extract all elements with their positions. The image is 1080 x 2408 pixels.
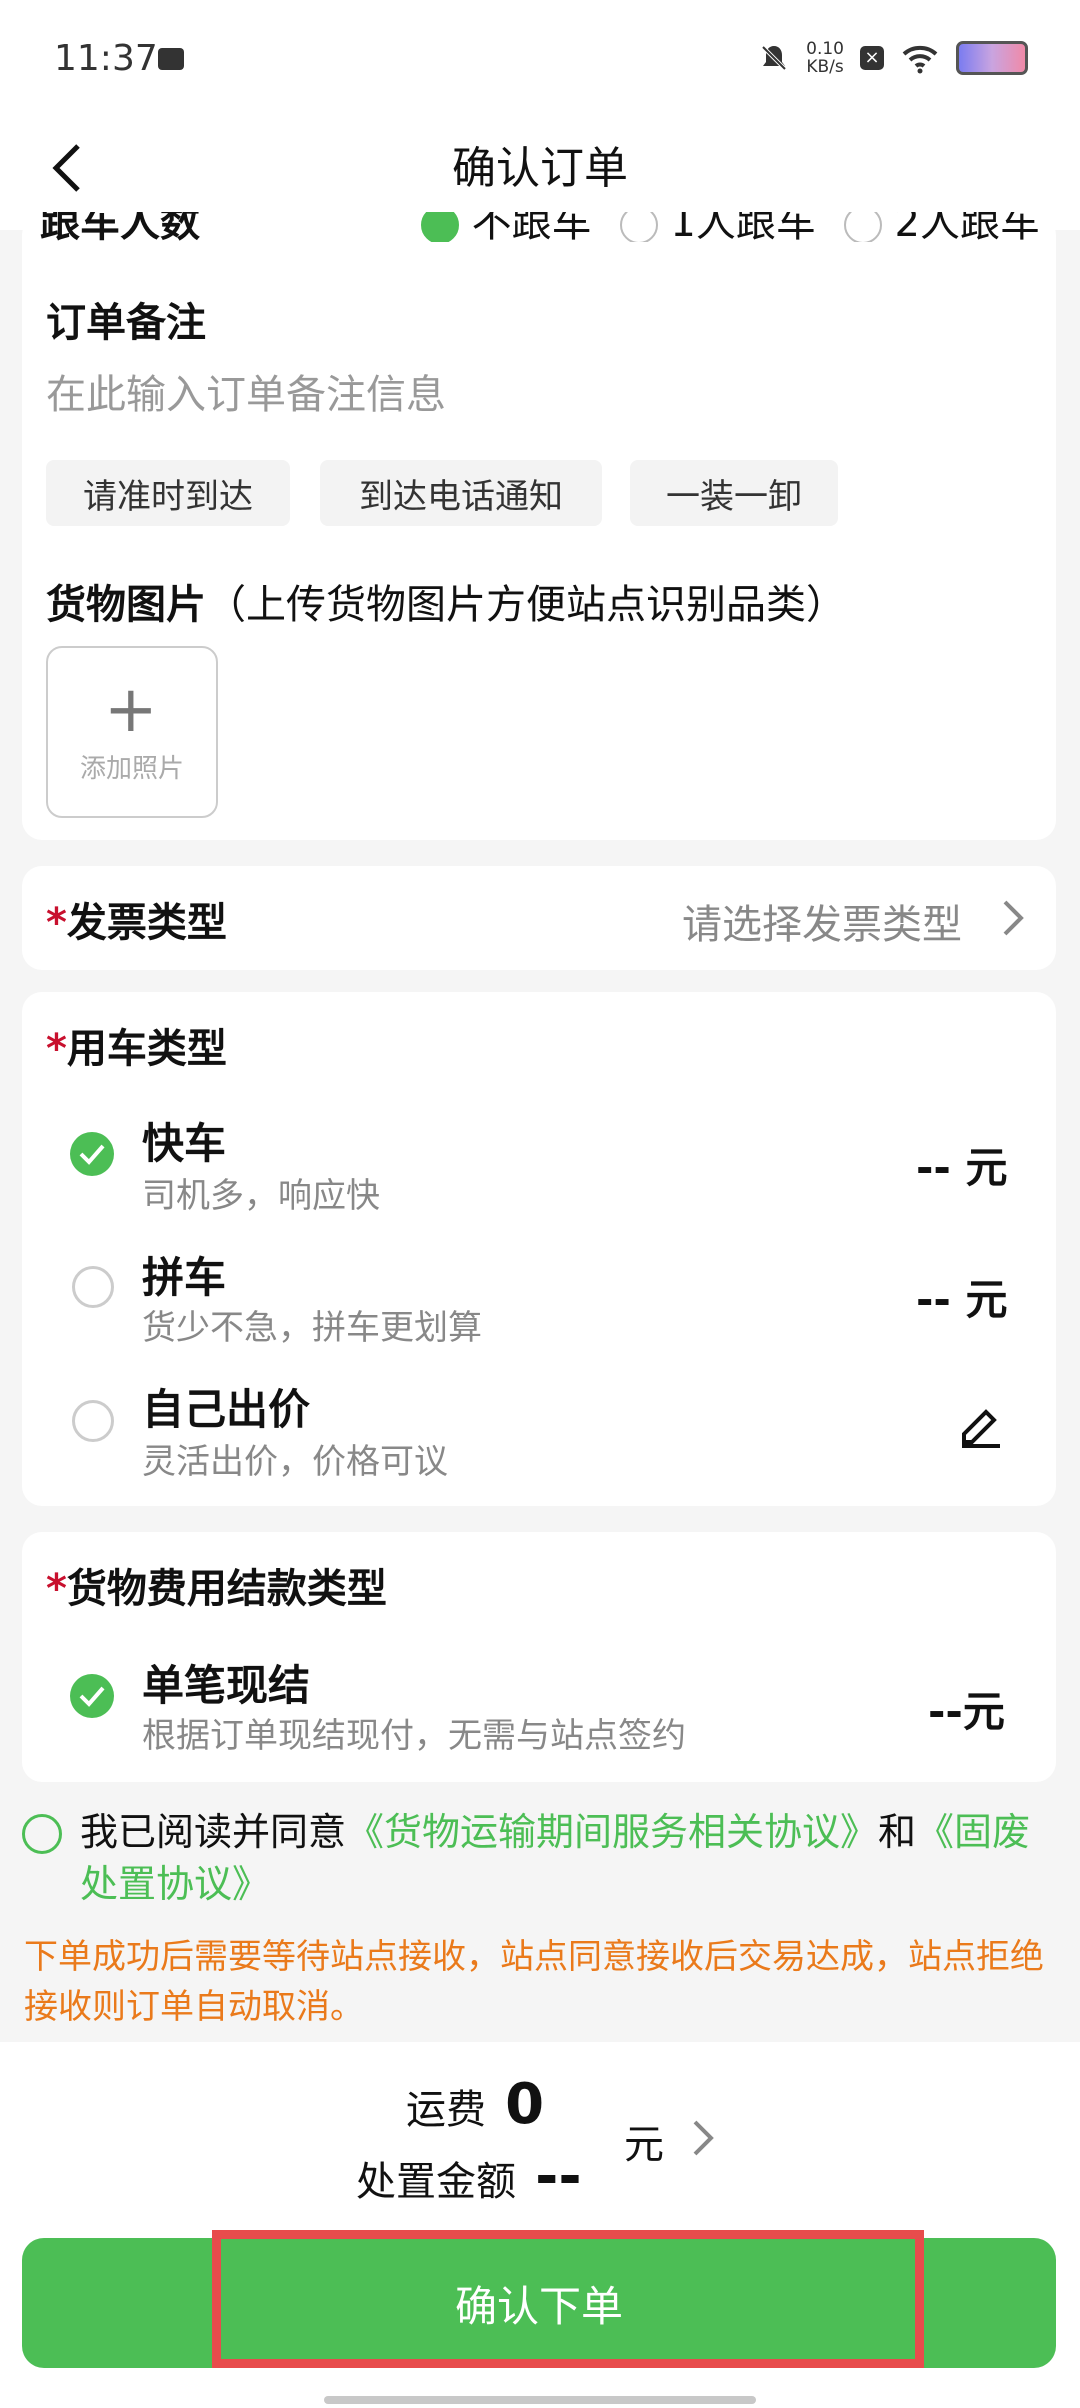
order-notice: 下单成功后需要等待站点接收，站点同意接收后交易达成，站点拒绝接收则订单自动取消。 [24,1937,1044,2027]
radio-icon[interactable] [72,1400,114,1442]
settlement-option-sub: 根据订单现结现付，无需与站点签约 [142,1716,686,1756]
tag-call-on-arrival[interactable]: 到达电话通知 [320,460,602,526]
agreement-text: 我已阅读并同意《货物运输期间服务相关协议》和《固废处置协议》 [80,1806,1040,1910]
disposal-label: 处置金额 [356,2159,516,2205]
net-speed-value: 0.10 [806,39,844,59]
fee-unit[interactable]: 元 [624,2112,664,2170]
plus-icon: + [104,673,158,747]
mute-bell-icon [761,45,787,71]
net-speed: 0.10 KB/s [806,40,844,76]
page-title: 确认订单 [452,143,628,194]
settlement-title: *货物费用结款类型 [46,1556,387,1614]
remark-input[interactable]: 在此输入订单备注信息 [46,362,446,420]
freight-label: 运费 [406,2087,486,2133]
tag-load-unload[interactable]: 一装一卸 [630,460,838,526]
photo-heading: 货物图片（上传货物图片方便站点识别品类） [46,572,846,630]
chevron-right-icon[interactable] [690,2118,716,2158]
edit-pencil-icon[interactable] [956,1400,1004,1448]
check-circle-icon[interactable] [70,1674,114,1718]
message-icon [158,48,184,70]
car-option-carpool-sub: 货少不急，拼车更划算 [142,1308,482,1348]
car-type-title-text: 用车类型 [66,1026,227,1072]
settlement-option-title[interactable]: 单笔现结 [142,1652,310,1713]
home-indicator[interactable] [324,2396,756,2404]
photo-title: 货物图片 [46,582,206,628]
car-option-express-title[interactable]: 快车 [142,1110,226,1171]
disposal-value: -- [535,2144,582,2209]
car-option-express-sub: 司机多，响应快 [142,1176,380,1216]
freight-value: 0 [505,2072,545,2137]
service-agreement-link[interactable]: 《货物运输期间服务相关协议》 [346,1810,878,1854]
follow-option-two[interactable]: 2人跟车 [843,212,1040,242]
radio-icon[interactable] [72,1266,114,1308]
status-icons: 0.10 KB/s × [758,40,1028,76]
car-option-carpool-price: -- 元 [916,1275,1008,1324]
follow-count-label: 跟车人数 [40,212,200,242]
radio-checked-icon [420,212,459,242]
follow-count-row: 跟车人数 不跟车 1人跟车 2人跟车 [40,212,1040,242]
remark-title: 订单备注 [46,300,206,346]
invoice-title-text: 发票类型 [66,900,227,946]
car-option-carpool-title[interactable]: 拼车 [142,1244,226,1305]
invoice-title: *发票类型 [46,890,227,948]
status-time: 11:37 [54,38,158,79]
car-type-title: *用车类型 [46,1016,227,1074]
chevron-right-icon [1003,900,1024,936]
car-option-custom-title[interactable]: 自己出价 [142,1376,310,1437]
required-mark: * [46,1026,67,1072]
invoice-placeholder: 请选择发票类型 [682,902,962,948]
agreement-checkbox[interactable] [22,1814,62,1854]
follow-option-none[interactable]: 不跟车 [420,212,592,242]
follow-option-one[interactable]: 1人跟车 [619,212,816,242]
radio-icon [619,212,658,242]
car-option-express-price: -- 元 [916,1143,1008,1192]
highlight-box [212,2230,924,2368]
radio-icon [843,212,882,242]
check-circle-icon[interactable] [70,1132,114,1176]
tag-on-time[interactable]: 请准时到达 [46,460,290,526]
agreement-and: 和 [878,1810,917,1854]
disposal-row: 处置金额 -- [356,2144,582,2209]
car-option-custom-sub: 灵活出价，价格可议 [142,1442,448,1482]
required-mark: * [46,1566,67,1612]
settlement-title-text: 货物费用结款类型 [66,1566,387,1612]
battery-icon [956,41,1028,75]
photo-hint: （上传货物图片方便站点识别品类） [206,582,846,628]
net-speed-unit: KB/s [806,57,844,77]
settlement-option-price: --元 [928,1687,1005,1736]
agreement-prefix: 我已阅读并同意 [80,1810,347,1854]
freight-row: 运费 0 [406,2072,544,2137]
notification-x-icon: × [860,46,884,70]
add-photo-label: 添加照片 [79,754,184,784]
required-mark: * [46,900,67,946]
wifi-icon [902,45,938,74]
add-photo-button[interactable]: + 添加照片 [46,646,218,818]
